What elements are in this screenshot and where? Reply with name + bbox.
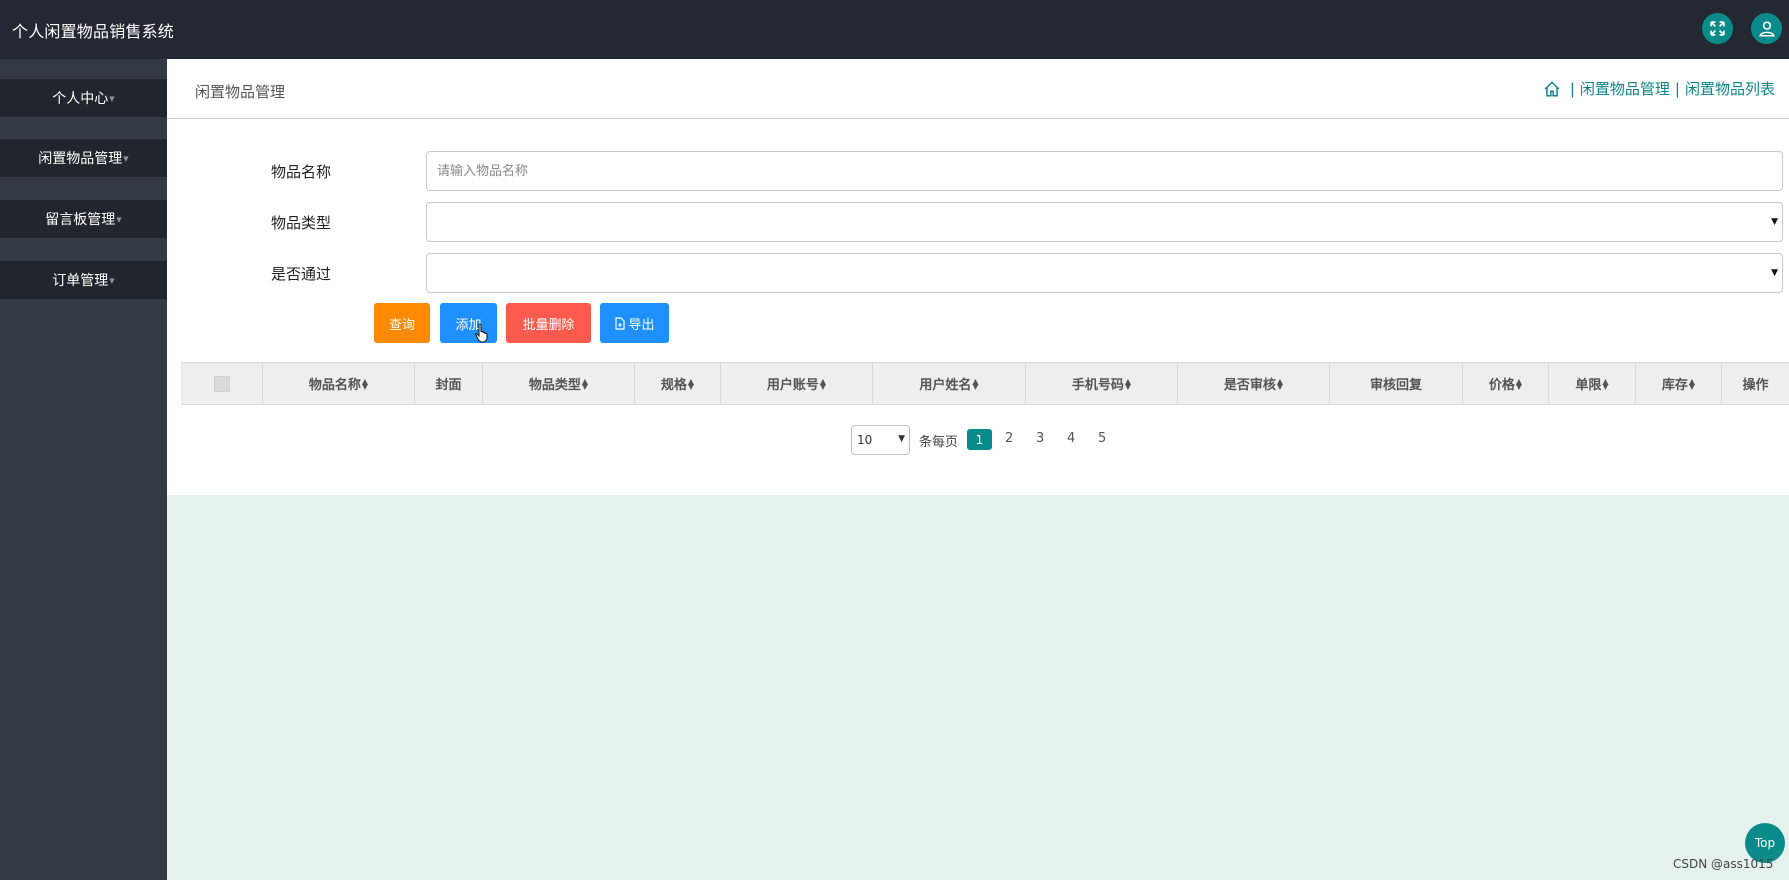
column-header[interactable]: 库存 ▲ ▼ [1636, 363, 1722, 404]
approved-label: 是否通过 [271, 265, 332, 283]
select-all-checkbox[interactable] [213, 375, 230, 392]
chevron-down-icon: ▼ [898, 434, 905, 444]
sidebar-item-orders[interactable]: 订单管理 ▼ [0, 261, 167, 299]
column-header[interactable]: 单限 ▲ ▼ [1549, 363, 1636, 404]
column-header[interactable]: 价格 ▲ ▼ [1463, 363, 1549, 404]
table-header: 物品名称 ▲ ▼ 封面 物品类型 ▲ ▼ 规格 ▲ ▼ 用户账号 ▲ ▼ 用户姓名 ▲ ▼ 手机号码… [181, 362, 1789, 405]
breadcrumb-separator: | [1674, 79, 1680, 98]
page-size-select[interactable]: 10 ▼ [851, 425, 910, 455]
breadcrumb-separator: | [1569, 79, 1575, 98]
sort-icon: ▲ ▼ [972, 376, 979, 391]
name-input[interactable] [427, 152, 1782, 190]
column-header[interactable]: 规格 ▲ ▼ [635, 363, 721, 404]
fullscreen-icon [1710, 21, 1725, 36]
caret-down-icon: ▼ [109, 95, 115, 103]
name-field [426, 151, 1783, 191]
home-icon[interactable] [1543, 80, 1561, 98]
hand-cursor-icon [475, 323, 488, 343]
sidebar-item-personal-center[interactable]: 个人中心 ▼ [0, 79, 167, 117]
caret-down-icon: ▼ [116, 216, 122, 224]
top-bar: 个人闲置物品销售系统 [0, 0, 1789, 59]
type-select[interactable]: ▼ [426, 202, 1783, 242]
column-header: 审核回复 [1330, 363, 1463, 404]
column-label: 单限 [1575, 378, 1602, 393]
user-icon [1758, 20, 1775, 37]
name-label: 物品名称 [271, 163, 332, 181]
per-page-label: 条每页 [919, 435, 959, 450]
column-label: 价格 [1488, 378, 1515, 393]
sidebar: 个人中心 ▼ 闲置物品管理 ▼ 留言板管理 ▼ 订单管理 ▼ [0, 59, 167, 880]
sort-icon: ▲ ▼ [1124, 376, 1132, 391]
sidebar-item-idle-goods[interactable]: 闲置物品管理 ▼ [0, 139, 167, 177]
page-button[interactable]: 2 [1005, 431, 1013, 446]
approved-select[interactable]: ▼ [426, 253, 1783, 293]
sort-icon: ▲ ▼ [687, 376, 695, 391]
type-label: 物品类型 [271, 214, 332, 232]
column-header[interactable]: 用户账号 ▲ ▼ [721, 363, 873, 404]
column-label: 审核回复 [1369, 378, 1422, 393]
column-label: 物品类型 [528, 378, 581, 393]
breadcrumb: | 闲置物品管理 | 闲置物品列表 [1543, 78, 1775, 99]
export-icon [615, 316, 626, 330]
column-label: 规格 [660, 378, 687, 393]
sidebar-item-label: 订单管理 [52, 273, 109, 289]
chevron-down-icon: ▼ [1771, 268, 1778, 278]
page-size-value: 10 [857, 433, 873, 447]
sort-icon: ▲ ▼ [1688, 376, 1696, 391]
column-label: 手机号码 [1071, 378, 1124, 393]
column-label: 物品名称 [308, 378, 361, 393]
column-header: 封面 [415, 363, 483, 404]
sort-icon: ▲ ▼ [819, 376, 827, 391]
column-header[interactable]: 是否审核 ▲ ▼ [1178, 363, 1330, 404]
export-button[interactable]: 导出 [600, 303, 669, 343]
sort-icon: ▲ ▼ [361, 376, 369, 391]
sort-icon: ▲ ▼ [581, 376, 589, 391]
breadcrumb-item-idle-goods[interactable]: 闲置物品管理 [1580, 78, 1670, 99]
page-button-current[interactable]: 1 [967, 429, 992, 450]
panel-header: 闲置物品管理 | 闲置物品管理 | 闲置物品列表 [167, 59, 1789, 119]
watermark: CSDN @ass1015 [1673, 857, 1774, 871]
content-panel: 闲置物品管理 | 闲置物品管理 | 闲置物品列表 物品名称 物品类型 ▼ 是否通… [167, 59, 1789, 495]
column-header: 操作 [1722, 363, 1789, 404]
page-button[interactable]: 3 [1036, 431, 1044, 446]
page-title: 闲置物品管理 [195, 83, 286, 101]
breadcrumb-item-list[interactable]: 闲置物品列表 [1685, 78, 1775, 99]
column-label: 是否审核 [1223, 378, 1276, 393]
column-label: 用户账号 [766, 378, 819, 393]
app-title: 个人闲置物品销售系统 [12, 22, 175, 41]
sidebar-item-label: 闲置物品管理 [38, 151, 123, 167]
column-label: 用户姓名 [919, 378, 972, 393]
batch-delete-button[interactable]: 批量删除 [506, 303, 591, 343]
column-header[interactable]: 物品类型 ▲ ▼ [483, 363, 635, 404]
page-button[interactable]: 5 [1098, 431, 1106, 446]
sidebar-item-message-board[interactable]: 留言板管理 ▼ [0, 200, 167, 238]
user-button[interactable] [1751, 13, 1782, 44]
sort-icon: ▲ ▼ [1602, 376, 1609, 391]
caret-down-icon: ▼ [123, 155, 129, 163]
column-label: 封面 [435, 378, 462, 393]
page-button[interactable]: 4 [1067, 431, 1075, 446]
export-button-label: 导出 [628, 317, 655, 333]
select-all-cell [181, 363, 263, 404]
chevron-down-icon: ▼ [1771, 217, 1778, 227]
sort-icon: ▲ ▼ [1276, 376, 1284, 391]
column-header[interactable]: 手机号码 ▲ ▼ [1026, 363, 1178, 404]
query-button[interactable]: 查询 [374, 303, 430, 343]
add-button[interactable]: 添加 [440, 303, 497, 343]
caret-down-icon: ▼ [109, 277, 115, 285]
column-label: 库存 [1661, 378, 1688, 393]
sidebar-item-label: 个人中心 [52, 91, 109, 107]
sort-icon: ▲ ▼ [1515, 376, 1523, 391]
column-label: 操作 [1742, 378, 1769, 393]
sidebar-item-label: 留言板管理 [45, 212, 116, 228]
column-header[interactable]: 用户姓名 ▲ ▼ [873, 363, 1026, 404]
column-header[interactable]: 物品名称 ▲ ▼ [263, 363, 415, 404]
fullscreen-button[interactable] [1702, 13, 1733, 44]
